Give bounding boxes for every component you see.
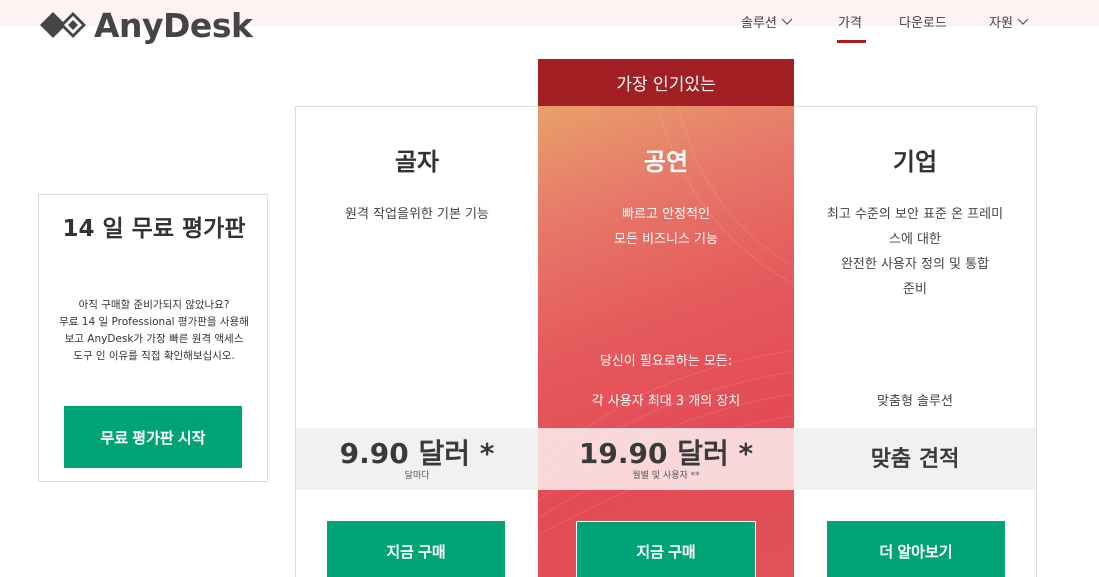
plan-price: 맞춤 견적 [870,447,960,472]
nav-item-label: 다운로드 [899,16,947,31]
free-trial-card: 14 일 무료 평가판 아직 구매할 준비가되지 않았나요? 무료 14 일 P… [38,194,268,482]
nav-item-label: 자원 [989,16,1013,31]
trial-desc-line: 보고 AnyDesk가 가장 빠른 원격 액세스 [64,333,244,345]
trial-description: 아직 구매할 준비가되지 않았나요? 무료 14 일 Professional … [51,297,257,365]
plan-desc-line: 원격 작업을위한 기본 기능 [345,207,489,222]
most-popular-banner: 가장 인기있는 [538,59,794,106]
buy-now-button[interactable]: 지금 구매 [576,521,756,577]
nav-item-pricing[interactable]: 가격 [838,12,862,31]
plan-name: 기업 [892,148,938,176]
trial-title: 14 일 무료 평가판 [62,216,246,242]
nav-item-download[interactable]: 다운로드 [899,12,947,31]
plan-performance: 공연 빠르고 안정적인 모든 비즈니스 기능 당신이 필요로하는 모든: 각 사… [538,106,794,577]
plan-enterprise: 기업 최고 수준의 보안 표준 온 프레미 스에 대한 완전한 사용자 정의 및… [794,106,1036,577]
plan-price: 19.90 달러 * [578,437,754,470]
main-nav: 솔루션 가격 다운로드 자원 [0,12,1099,44]
learn-more-button[interactable]: 더 알아보기 [827,521,1005,577]
plan-description: 원격 작업을위한 기본 기능 [296,202,538,227]
trial-desc-line: 도구 인 이유를 직접 확인해보십시오. [73,350,235,362]
trial-desc-line: 무료 14 일 Professional 평가판을 사용해 [59,316,249,328]
plan-feature-heading: 당신이 필요로하는 모든: [599,354,733,369]
plan-price-note: 월별 및 사용자 ** [632,471,700,481]
trial-desc-line: 아직 구매할 준비가되지 않았나요? [78,299,230,311]
plan-price-note: 달마다 [404,471,430,481]
buy-now-button[interactable]: 지금 구매 [327,521,505,577]
chevron-down-icon [781,18,793,25]
plan-name: 골자 [394,148,440,176]
chevron-down-icon [1017,18,1029,25]
price-band: 맞춤 견적 [794,428,1036,490]
plan-desc-line: 준비 [903,282,927,297]
price-band: 9.90 달러 * 달마다 [296,428,538,490]
nav-item-label: 솔루션 [741,16,777,31]
plan-essentials: 골자 원격 작업을위한 기본 기능 9.90 달러 * 달마다 지금 구매 [296,106,538,577]
plan-desc-line: 스에 대한 [889,232,941,247]
plan-description: 최고 수준의 보안 표준 온 프레미 스에 대한 완전한 사용자 정의 및 통합… [794,202,1036,302]
plan-description: 빠르고 안정적인 모든 비즈니스 기능 [538,202,794,252]
plan-desc-line: 최고 수준의 보안 표준 온 프레미 [826,207,1004,222]
plan-feature: 맞춤형 솔루션 [877,394,953,409]
plan-desc-line: 빠르고 안정적인 [622,207,710,222]
plan-feature: 각 사용자 최대 3 개의 장치 [591,394,741,409]
plan-desc-line: 모든 비즈니스 기능 [614,232,718,247]
nav-item-solutions[interactable]: 솔루션 [741,12,793,31]
start-free-trial-button[interactable]: 무료 평가판 시작 [64,406,242,468]
nav-active-indicator [837,40,866,43]
nav-item-label: 가격 [838,16,862,31]
plan-name: 공연 [643,148,689,176]
plan-price: 9.90 달러 * [339,437,495,470]
nav-item-resources[interactable]: 자원 [989,12,1029,31]
price-band: 19.90 달러 * 월별 및 사용자 ** [538,428,794,490]
plan-desc-line: 완전한 사용자 정의 및 통합 [840,257,990,272]
